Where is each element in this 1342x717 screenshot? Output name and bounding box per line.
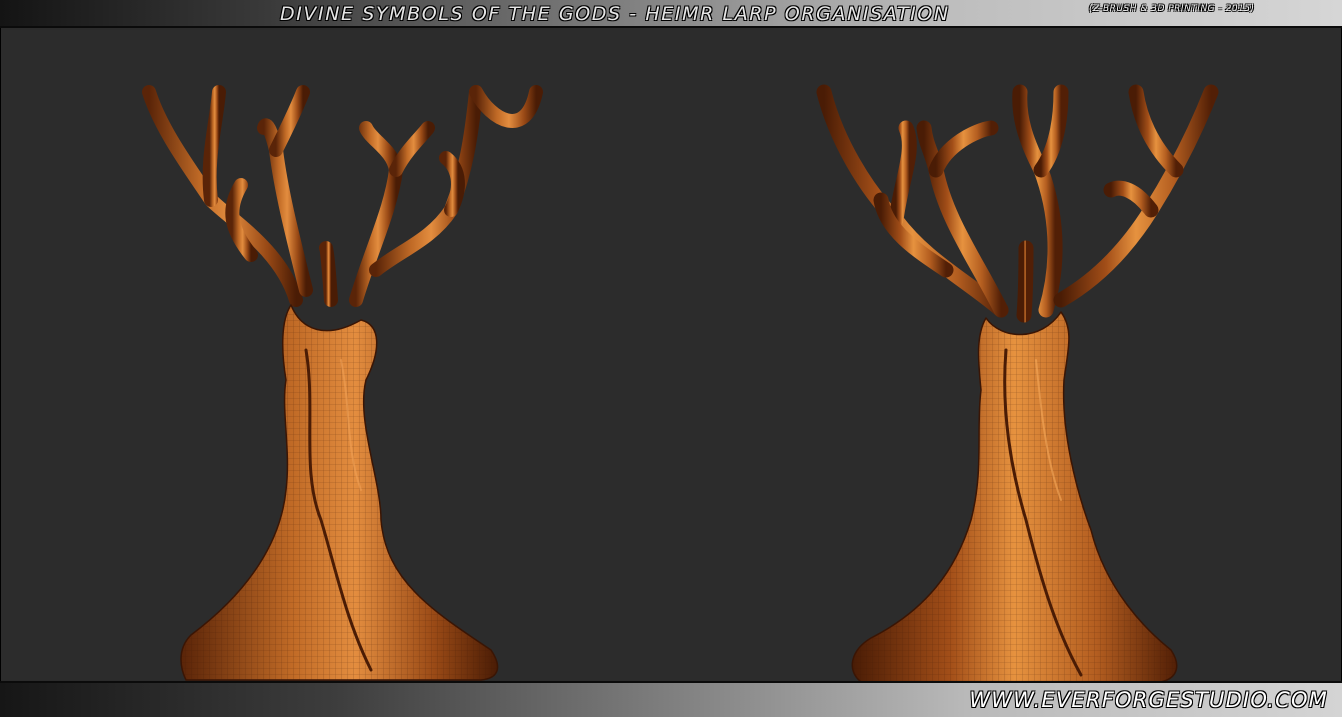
website-link[interactable]: WWW.EVERFORGESTUDIO.COM bbox=[969, 688, 1328, 712]
tree-sculpture-left bbox=[142, 85, 543, 681]
title-bar: DIVINE SYMBOLS OF THE GODS - HEIMR LARP … bbox=[0, 0, 1342, 28]
footer-bar: WWW.EVERFORGESTUDIO.COM bbox=[0, 681, 1342, 717]
tree-sculpture-right bbox=[816, 84, 1219, 683]
page-subtitle: (Z-BRUSH & 3D PRINTING - 2015) bbox=[1089, 4, 1255, 14]
render-viewport bbox=[1, 30, 1341, 683]
page-title: DIVINE SYMBOLS OF THE GODS - HEIMR LARP … bbox=[280, 3, 950, 25]
